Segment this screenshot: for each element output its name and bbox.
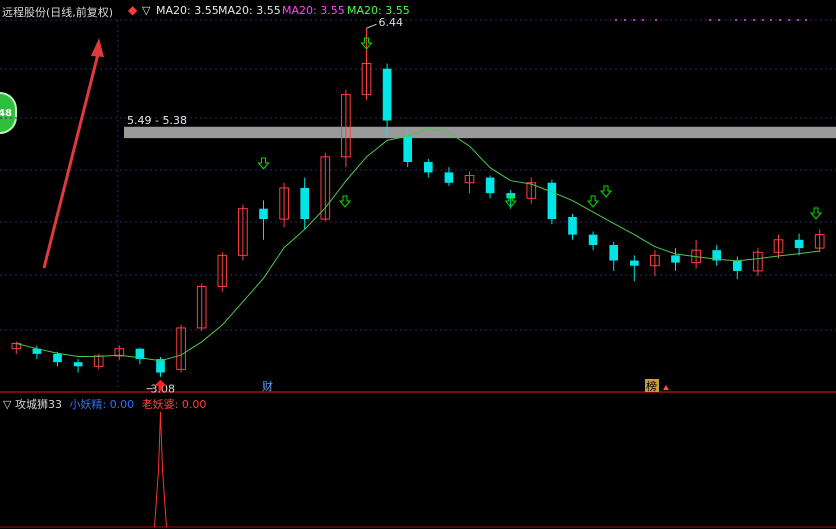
down-arrow-icon [599,185,613,198]
trend-arrow-head [91,38,104,57]
ma-line [16,127,820,362]
candlestick-chart: 6.443.085.49 - 5.38财榜 [0,16,836,528]
candle-body [73,362,83,367]
candle-body [794,239,804,249]
down-arrow-icon [587,195,600,208]
marker-bang: 榜 [646,379,657,393]
stock-chart-window: 远程股份(日线,前复权) ◆ ▽ MA20: 3.55 MA20: 3.55 M… [0,0,836,529]
signal-dot [762,19,764,21]
marker-cai: 财 [262,379,273,393]
candle-body [671,255,680,263]
candle-body [732,260,742,271]
trend-arrow-line [42,49,101,269]
signal-dot [718,19,720,21]
signal-dot [735,19,737,21]
signal-dot [624,19,626,21]
candle-body [609,244,619,261]
signal-dot [744,19,746,21]
candle-body [444,172,454,183]
candle-body [568,216,577,235]
signal-dot [788,19,790,21]
sub-panel-title: 攻城狮33 [14,398,62,411]
down-arrow-icon [338,195,352,208]
signal-dot [779,19,781,21]
field-2-label: 老妖婆: [141,398,179,411]
candle-body [423,162,433,173]
signal-dot [655,19,657,21]
signal-dot [805,19,807,21]
signal-dot [642,19,644,21]
candle-body [485,177,495,194]
signal-dot [709,19,711,21]
field-2-value: 0.00 [181,398,207,411]
price-band [124,126,836,139]
indicator-spike [154,411,167,528]
signal-dot [615,19,617,21]
down-arrow-icon [809,207,823,220]
field-1-label: 小妖精: [69,398,107,411]
candle-body [382,68,392,121]
sub-panel-header: ▽ 攻城狮33 小妖精: 0.00 老妖婆: 0.00 [3,396,206,412]
signal-dot [753,19,755,21]
high-leader [366,23,377,29]
candle-body [53,353,62,363]
signal-dot [633,19,635,21]
band-label: 5.49 - 5.38 [127,114,187,127]
marker-up-icon [663,385,669,390]
field-1-value: 0.00 [109,398,135,411]
candle-body [300,187,310,220]
candle-body [547,182,557,220]
candle-body [403,136,413,163]
candle-body [259,208,268,220]
down-arrow-icon [257,157,270,170]
signal-dot [770,19,772,21]
candle-body [629,260,639,266]
collapse-triangle-icon[interactable]: ▽ [3,398,11,411]
signal-dot [797,19,799,21]
high-label: 6.44 [379,16,404,29]
candle-body [588,234,598,245]
